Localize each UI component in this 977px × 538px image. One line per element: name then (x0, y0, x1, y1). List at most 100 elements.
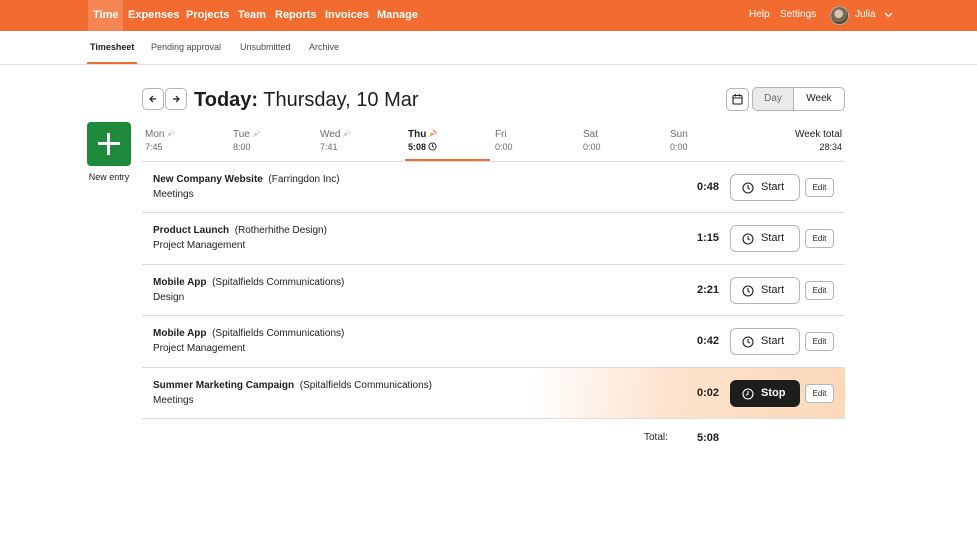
time-entry-row-running[interactable]: Summer Marketing Campaign (Spitalfields … (142, 367, 845, 419)
running-clock-icon (742, 388, 754, 400)
day-tue[interactable]: Tue 8:00 (233, 128, 261, 161)
party-popper-icon (343, 129, 351, 138)
entry-time: 0:48 (696, 181, 719, 193)
stop-timer-button[interactable]: Stop (730, 379, 800, 407)
entry-task: Project Management (153, 343, 246, 355)
calendar-button[interactable] (726, 88, 749, 111)
nav-help[interactable]: Help (749, 0, 770, 31)
page-title: Today: Thursday, 10 Mar (194, 88, 419, 112)
day-time: 5:08 (408, 142, 427, 152)
clock-icon (742, 285, 754, 297)
nav-time[interactable]: Time (88, 0, 124, 31)
new-entry-label: New entry (88, 172, 130, 182)
nav-settings[interactable]: Settings (780, 0, 816, 31)
day-name: Wed (320, 129, 341, 140)
top-nav: Time Expenses Projects Team Reports Invo… (0, 0, 977, 31)
day-sat[interactable]: Sat 0:00 (583, 128, 601, 161)
start-timer-label: Start (761, 181, 785, 193)
tab-timesheet[interactable]: Timesheet (87, 31, 138, 64)
time-entry-row[interactable]: Product Launch (Rotherhithe Design) Proj… (142, 213, 845, 265)
entry-time: 0:42 (696, 335, 719, 348)
edit-entry-button[interactable]: Edit (805, 383, 834, 403)
entry-client: (Spitalfields Communications) (299, 379, 432, 391)
entry-task: Meetings (153, 189, 194, 200)
page-title-today: Today: (194, 89, 259, 111)
view-week-button[interactable]: Week (793, 87, 845, 111)
day-time: 0:00 (495, 142, 513, 152)
day-name: Thu (408, 129, 427, 140)
tab-unsubmitted[interactable]: Unsubmitted (240, 31, 291, 64)
entry-project: Mobile App (153, 276, 207, 288)
start-timer-label: Start (761, 335, 785, 348)
nav-invoices[interactable]: Invoices (325, 0, 369, 31)
start-timer-button[interactable]: Start (730, 174, 800, 201)
tab-pending-approval[interactable]: Pending approval (151, 31, 221, 64)
edit-entry-button[interactable]: Edit (805, 229, 834, 249)
nav-user-name[interactable]: Julia (855, 0, 876, 31)
entry-task: Meetings (153, 394, 194, 406)
clock-icon (742, 182, 754, 194)
day-total-value: 5:08 (696, 432, 719, 444)
time-entry-row[interactable]: New Company Website (Farringdon Inc) Mee… (142, 162, 845, 214)
chevron-down-icon[interactable] (884, 0, 893, 31)
nav-expenses[interactable]: Expenses (128, 0, 179, 31)
calendar-icon (732, 94, 743, 105)
time-entries-list: New Company Website (Farringdon Inc) Mee… (142, 161, 845, 419)
new-entry-button[interactable] (87, 122, 131, 166)
week-total-label: Week total (794, 129, 842, 140)
nav-team[interactable]: Team (238, 0, 266, 31)
start-timer-button[interactable]: Start (730, 276, 800, 304)
entry-client: (Rotherhithe Design) (234, 225, 327, 237)
entry-project: Product Launch (153, 225, 230, 237)
nav-reports[interactable]: Reports (275, 0, 317, 31)
clock-icon (742, 336, 754, 348)
entry-time: 0:02 (696, 386, 719, 399)
time-entry-row[interactable]: Mobile App (Spitalfields Communications)… (142, 265, 845, 317)
day-fri[interactable]: Fri 0:00 (495, 128, 513, 161)
view-day-button[interactable]: Day (752, 87, 794, 111)
party-popper-icon (429, 129, 437, 138)
day-name: Mon (145, 129, 165, 140)
previous-day-button[interactable] (142, 88, 164, 110)
party-popper-icon (167, 129, 175, 138)
user-avatar[interactable] (830, 6, 849, 25)
day-name: Fri (495, 129, 507, 140)
arrow-right-icon (173, 95, 180, 103)
arrow-left-icon (149, 95, 156, 103)
nav-manage[interactable]: Manage (377, 0, 418, 31)
day-sun[interactable]: Sun 0:00 (670, 128, 688, 161)
day-time: 8:00 (233, 142, 251, 152)
entry-project: Mobile App (153, 328, 207, 340)
entry-task: Project Management (153, 240, 246, 252)
day-time: 0:00 (583, 142, 601, 152)
day-thu[interactable]: Thu 5:08 (408, 128, 437, 161)
day-mon[interactable]: Mon 7:45 (145, 128, 175, 161)
day-time: 0:00 (670, 142, 688, 152)
entry-project: Summer Marketing Campaign (153, 379, 295, 391)
party-popper-icon (252, 129, 261, 138)
time-entry-row[interactable]: Mobile App (Spitalfields Communications)… (142, 316, 845, 368)
day-total-label: Total: (644, 432, 668, 443)
tab-archive[interactable]: Archive (309, 31, 339, 64)
start-timer-button[interactable]: Start (730, 328, 800, 356)
entry-client: (Spitalfields Communications) (212, 328, 345, 340)
clock-icon (742, 233, 754, 245)
start-timer-label: Start (761, 283, 785, 296)
edit-entry-button[interactable]: Edit (805, 280, 834, 300)
day-time: 7:45 (145, 142, 163, 152)
edit-entry-button[interactable]: Edit (805, 178, 834, 197)
week-total-value: 28:34 (819, 142, 842, 152)
entry-task: Design (153, 291, 185, 303)
next-day-button[interactable] (165, 88, 187, 110)
stop-timer-label: Stop (761, 386, 786, 399)
start-timer-button[interactable]: Start (730, 225, 800, 253)
nav-projects[interactable]: Projects (186, 0, 229, 31)
start-timer-label: Start (761, 232, 785, 245)
entry-client: (Spitalfields Communications) (212, 276, 345, 288)
day-wed[interactable]: Wed 7:41 (320, 128, 351, 161)
day-name: Tue (233, 129, 250, 140)
day-time: 7:41 (320, 142, 338, 152)
day-name: Sat (583, 129, 599, 140)
edit-entry-button[interactable]: Edit (805, 332, 834, 352)
week-total: Week total 28:34 (760, 128, 842, 153)
